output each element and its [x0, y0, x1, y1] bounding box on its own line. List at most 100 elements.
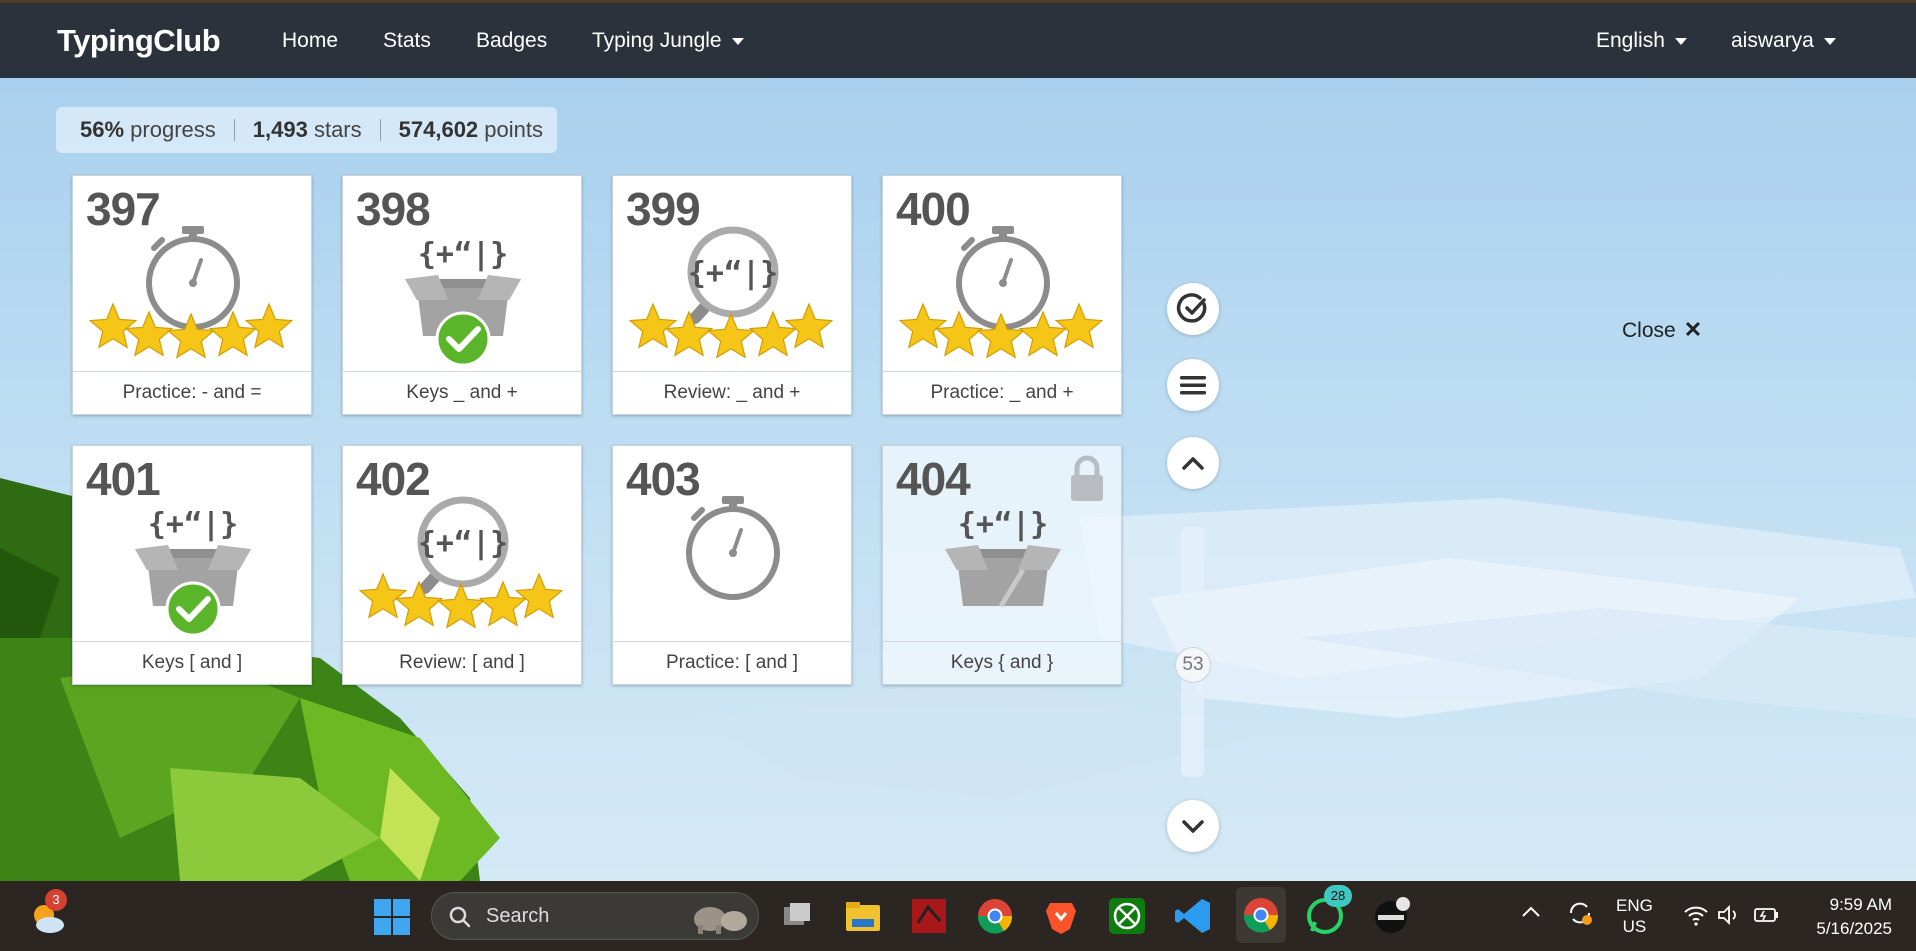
vscode-icon	[1175, 899, 1210, 933]
chevron-down-icon	[1182, 820, 1204, 833]
windows-taskbar: 3 Search 28 ENG US 9:59 AM 5/16/2025	[0, 881, 1916, 951]
nav-stats-link[interactable]: Stats	[383, 29, 431, 53]
stopwatch-icon	[146, 226, 240, 330]
stars-count: 1,493	[252, 117, 308, 142]
svg-text:{+“|}: {+“|}	[418, 237, 508, 272]
key-box-completed-icon: {+“|}	[405, 237, 521, 367]
game-app-button[interactable]	[908, 895, 950, 937]
brand-logo[interactable]: TypingClub	[57, 23, 221, 59]
scroll-down-button[interactable]	[1167, 800, 1219, 852]
start-button[interactable]	[374, 899, 410, 940]
lang-line1: ENG	[1616, 896, 1653, 915]
folder-icon	[846, 902, 880, 931]
stopwatch-icon	[686, 496, 780, 600]
svg-text:{+“|}: {+“|}	[688, 256, 778, 291]
star-icon	[784, 302, 834, 349]
lesson-title: Practice: - and =	[73, 371, 311, 414]
top-navbar: TypingClub Home Stats Badges Typing Jung…	[0, 0, 1916, 78]
star-icon	[706, 312, 756, 359]
close-button[interactable]: Close ✕	[1622, 317, 1702, 343]
vscode-button[interactable]	[1172, 895, 1214, 937]
star-icon	[628, 302, 678, 349]
volume-icon	[1718, 904, 1736, 926]
lesson-card[interactable]: {+“|} 401 Keys [ and ]	[72, 445, 312, 685]
chevron-down-icon	[1674, 37, 1687, 45]
nav-home-link[interactable]: Home	[282, 29, 338, 53]
lesson-card[interactable]: {+“|} 404 Keys { and }	[882, 445, 1122, 685]
star-icon	[514, 572, 564, 619]
lesson-number: 397	[86, 183, 161, 235]
star-icon	[358, 572, 408, 619]
tray-overflow-button[interactable]	[1520, 903, 1542, 924]
taskbar-search[interactable]: Search	[431, 892, 759, 940]
lesson-title: Practice: [ and ]	[613, 641, 851, 684]
scroll-up-button[interactable]	[1167, 437, 1219, 489]
lesson-number: 402	[356, 453, 431, 505]
stars-label: stars	[313, 117, 362, 142]
points-count: 574,602	[398, 117, 479, 142]
typing-jungle-label: Typing Jungle	[592, 29, 722, 52]
lang-line2: US	[1622, 917, 1647, 936]
chevron-up-icon	[1182, 457, 1204, 470]
lesson-card[interactable]: {+“|} 399 Review: _ and +	[612, 175, 852, 415]
close-label: Close	[1622, 319, 1676, 342]
lesson-number: 403	[626, 453, 701, 505]
lesson-card[interactable]: 400 Practice: _ and +	[882, 175, 1122, 415]
file-explorer-button[interactable]	[842, 895, 884, 937]
check-circle-icon	[1176, 293, 1207, 323]
typing-jungle-dropdown[interactable]: Typing Jungle	[592, 29, 744, 53]
completed-filter-button[interactable]	[1167, 283, 1219, 335]
lesson-title: Keys _ and +	[343, 371, 581, 414]
user-dropdown[interactable]: aiswarya	[1731, 29, 1836, 53]
brave-button[interactable]	[1040, 895, 1082, 937]
volume-button[interactable]	[1716, 903, 1742, 932]
chrome-active-button[interactable]	[1236, 887, 1286, 943]
star-icon	[88, 302, 138, 349]
star-icon	[394, 580, 444, 627]
page-indicator[interactable]: 53	[1175, 647, 1211, 683]
svg-text:{+“|}: {+“|}	[148, 507, 238, 542]
lock-icon	[1071, 455, 1103, 501]
xbox-icon	[1109, 898, 1145, 934]
language-indicator[interactable]: ENG US	[1616, 895, 1653, 937]
lesson-card[interactable]: {+“|} 398 Keys _ and +	[342, 175, 582, 415]
sync-tray-button[interactable]	[1566, 899, 1594, 932]
chevron-down-icon	[731, 37, 744, 45]
battery-icon	[1754, 908, 1778, 922]
app-avatar-icon	[1375, 897, 1410, 933]
nav-badges-link[interactable]: Badges	[476, 29, 547, 53]
star-icon	[898, 302, 948, 349]
menu-button[interactable]	[1167, 359, 1219, 411]
chrome-button[interactable]	[974, 895, 1016, 937]
lesson-card[interactable]: 403 Practice: [ and ]	[612, 445, 852, 685]
battery-button[interactable]	[1752, 903, 1780, 932]
weather-widget[interactable]: 3	[28, 889, 68, 937]
star-icon	[436, 582, 486, 629]
whatsapp-badge: 28	[1324, 885, 1352, 907]
xbox-button[interactable]	[1106, 895, 1148, 937]
elephant-icon	[694, 907, 747, 934]
progress-label: progress	[130, 117, 216, 142]
clock[interactable]: 9:59 AM 5/16/2025	[1800, 893, 1892, 941]
app-avatar-button[interactable]	[1370, 895, 1412, 937]
stopwatch-icon	[956, 226, 1050, 330]
task-view-icon	[784, 903, 810, 925]
lesson-number: 399	[626, 183, 701, 235]
task-view-button[interactable]	[776, 895, 818, 937]
lesson-card[interactable]: {+“|} 402 Review: [ and ]	[342, 445, 582, 685]
network-button[interactable]	[1683, 903, 1709, 932]
lesson-number: 400	[896, 183, 971, 235]
star-icon	[1054, 302, 1104, 349]
language-dropdown[interactable]: English	[1596, 29, 1687, 53]
lesson-number: 404	[896, 453, 971, 505]
lesson-card[interactable]: 397 Practice: - and =	[72, 175, 312, 415]
divider	[233, 119, 235, 141]
whatsapp-button[interactable]: 28	[1304, 885, 1352, 937]
divider	[379, 119, 381, 141]
clock-time: 9:59 AM	[1829, 895, 1892, 914]
lesson-title: Keys [ and ]	[73, 641, 311, 684]
clock-date: 5/16/2025	[1816, 919, 1892, 938]
menu-icon	[1180, 376, 1206, 395]
wifi-icon	[1684, 906, 1708, 926]
svg-text:{+“|}: {+“|}	[418, 526, 508, 561]
